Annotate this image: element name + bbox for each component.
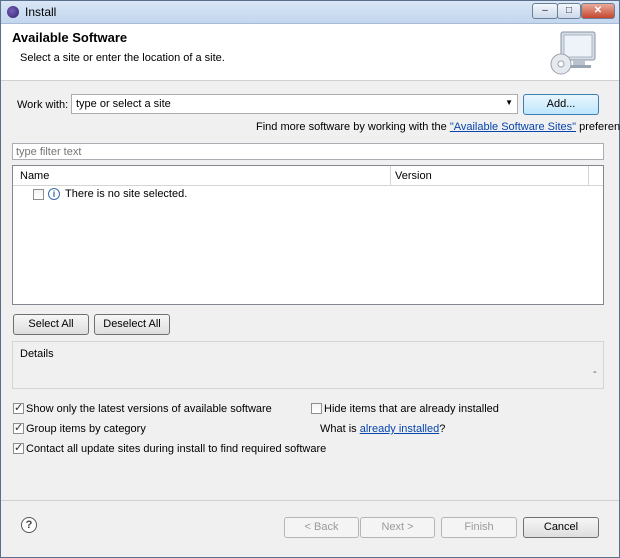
column-divider (588, 166, 589, 185)
find-more-suffix: preferences. (579, 121, 620, 133)
info-icon: i (48, 188, 60, 200)
footer-divider (1, 500, 619, 501)
filter-input[interactable] (16, 145, 576, 158)
hide-installed-checkbox[interactable] (311, 403, 322, 414)
back-button[interactable]: < Back (284, 517, 359, 538)
eclipse-icon (7, 6, 19, 18)
column-divider[interactable] (390, 166, 391, 185)
group-by-category-checkbox[interactable] (13, 421, 24, 434)
details-group: Details - (12, 341, 604, 389)
select-all-button[interactable]: Select All (13, 314, 89, 335)
close-button[interactable]: ✕ (581, 3, 615, 19)
what-is-prefix: What is (320, 423, 360, 435)
contact-all-sites-checkbox[interactable] (13, 441, 24, 454)
window-title: Install (25, 5, 57, 19)
deselect-all-button[interactable]: Deselect All (94, 314, 170, 335)
find-more-prefix: Find more software by working with the (256, 121, 450, 133)
title-bar[interactable]: Install – □ ✕ (1, 1, 619, 24)
row-checkbox[interactable] (33, 189, 44, 200)
software-tree[interactable]: Name Version i There is no site selected… (12, 165, 604, 305)
maximize-button[interactable]: □ (557, 3, 581, 19)
details-scroll-indicator[interactable]: - (593, 366, 597, 378)
row-label: There is no site selected. (65, 188, 188, 200)
tree-header: Name Version (13, 166, 603, 186)
what-is-suffix: ? (439, 423, 446, 435)
hide-installed-label: Hide items that are already installed (324, 403, 499, 415)
available-sites-link[interactable]: "Available Software Sites" (450, 121, 576, 133)
column-name[interactable]: Name (20, 170, 49, 182)
monitor-cd-icon (550, 31, 596, 75)
next-button[interactable]: Next > (360, 517, 435, 538)
finish-button[interactable]: Finish (441, 517, 517, 538)
show-latest-checkbox[interactable] (13, 401, 24, 414)
show-latest-label: Show only the latest versions of availab… (26, 403, 272, 415)
help-icon[interactable]: ? (21, 517, 37, 533)
page-title: Available Software (12, 30, 128, 45)
column-version[interactable]: Version (395, 170, 432, 182)
install-dialog: Install – □ ✕ Available Software Select … (0, 0, 620, 558)
group-by-category-label: Group items by category (26, 423, 146, 435)
cancel-button[interactable]: Cancel (523, 517, 599, 538)
find-more-text: Find more software by working with the "… (256, 121, 620, 133)
contact-all-sites-label: Contact all update sites during install … (26, 443, 327, 455)
what-is-installed-text: What is already installed? (320, 423, 445, 435)
work-with-value: type or select a site (76, 98, 171, 110)
page-subtitle: Select a site or enter the location of a… (20, 52, 225, 64)
add-site-button[interactable]: Add... (523, 94, 599, 115)
work-with-combo[interactable]: type or select a site ▼ (71, 94, 518, 114)
already-installed-link[interactable]: already installed (360, 423, 440, 435)
chevron-down-icon[interactable]: ▼ (505, 98, 513, 107)
work-with-label: Work with: (17, 99, 69, 111)
wizard-header: Available Software Select a site or ente… (1, 24, 619, 81)
filter-field[interactable] (12, 143, 604, 160)
details-label: Details (20, 348, 54, 360)
minimize-button[interactable]: – (532, 3, 558, 19)
